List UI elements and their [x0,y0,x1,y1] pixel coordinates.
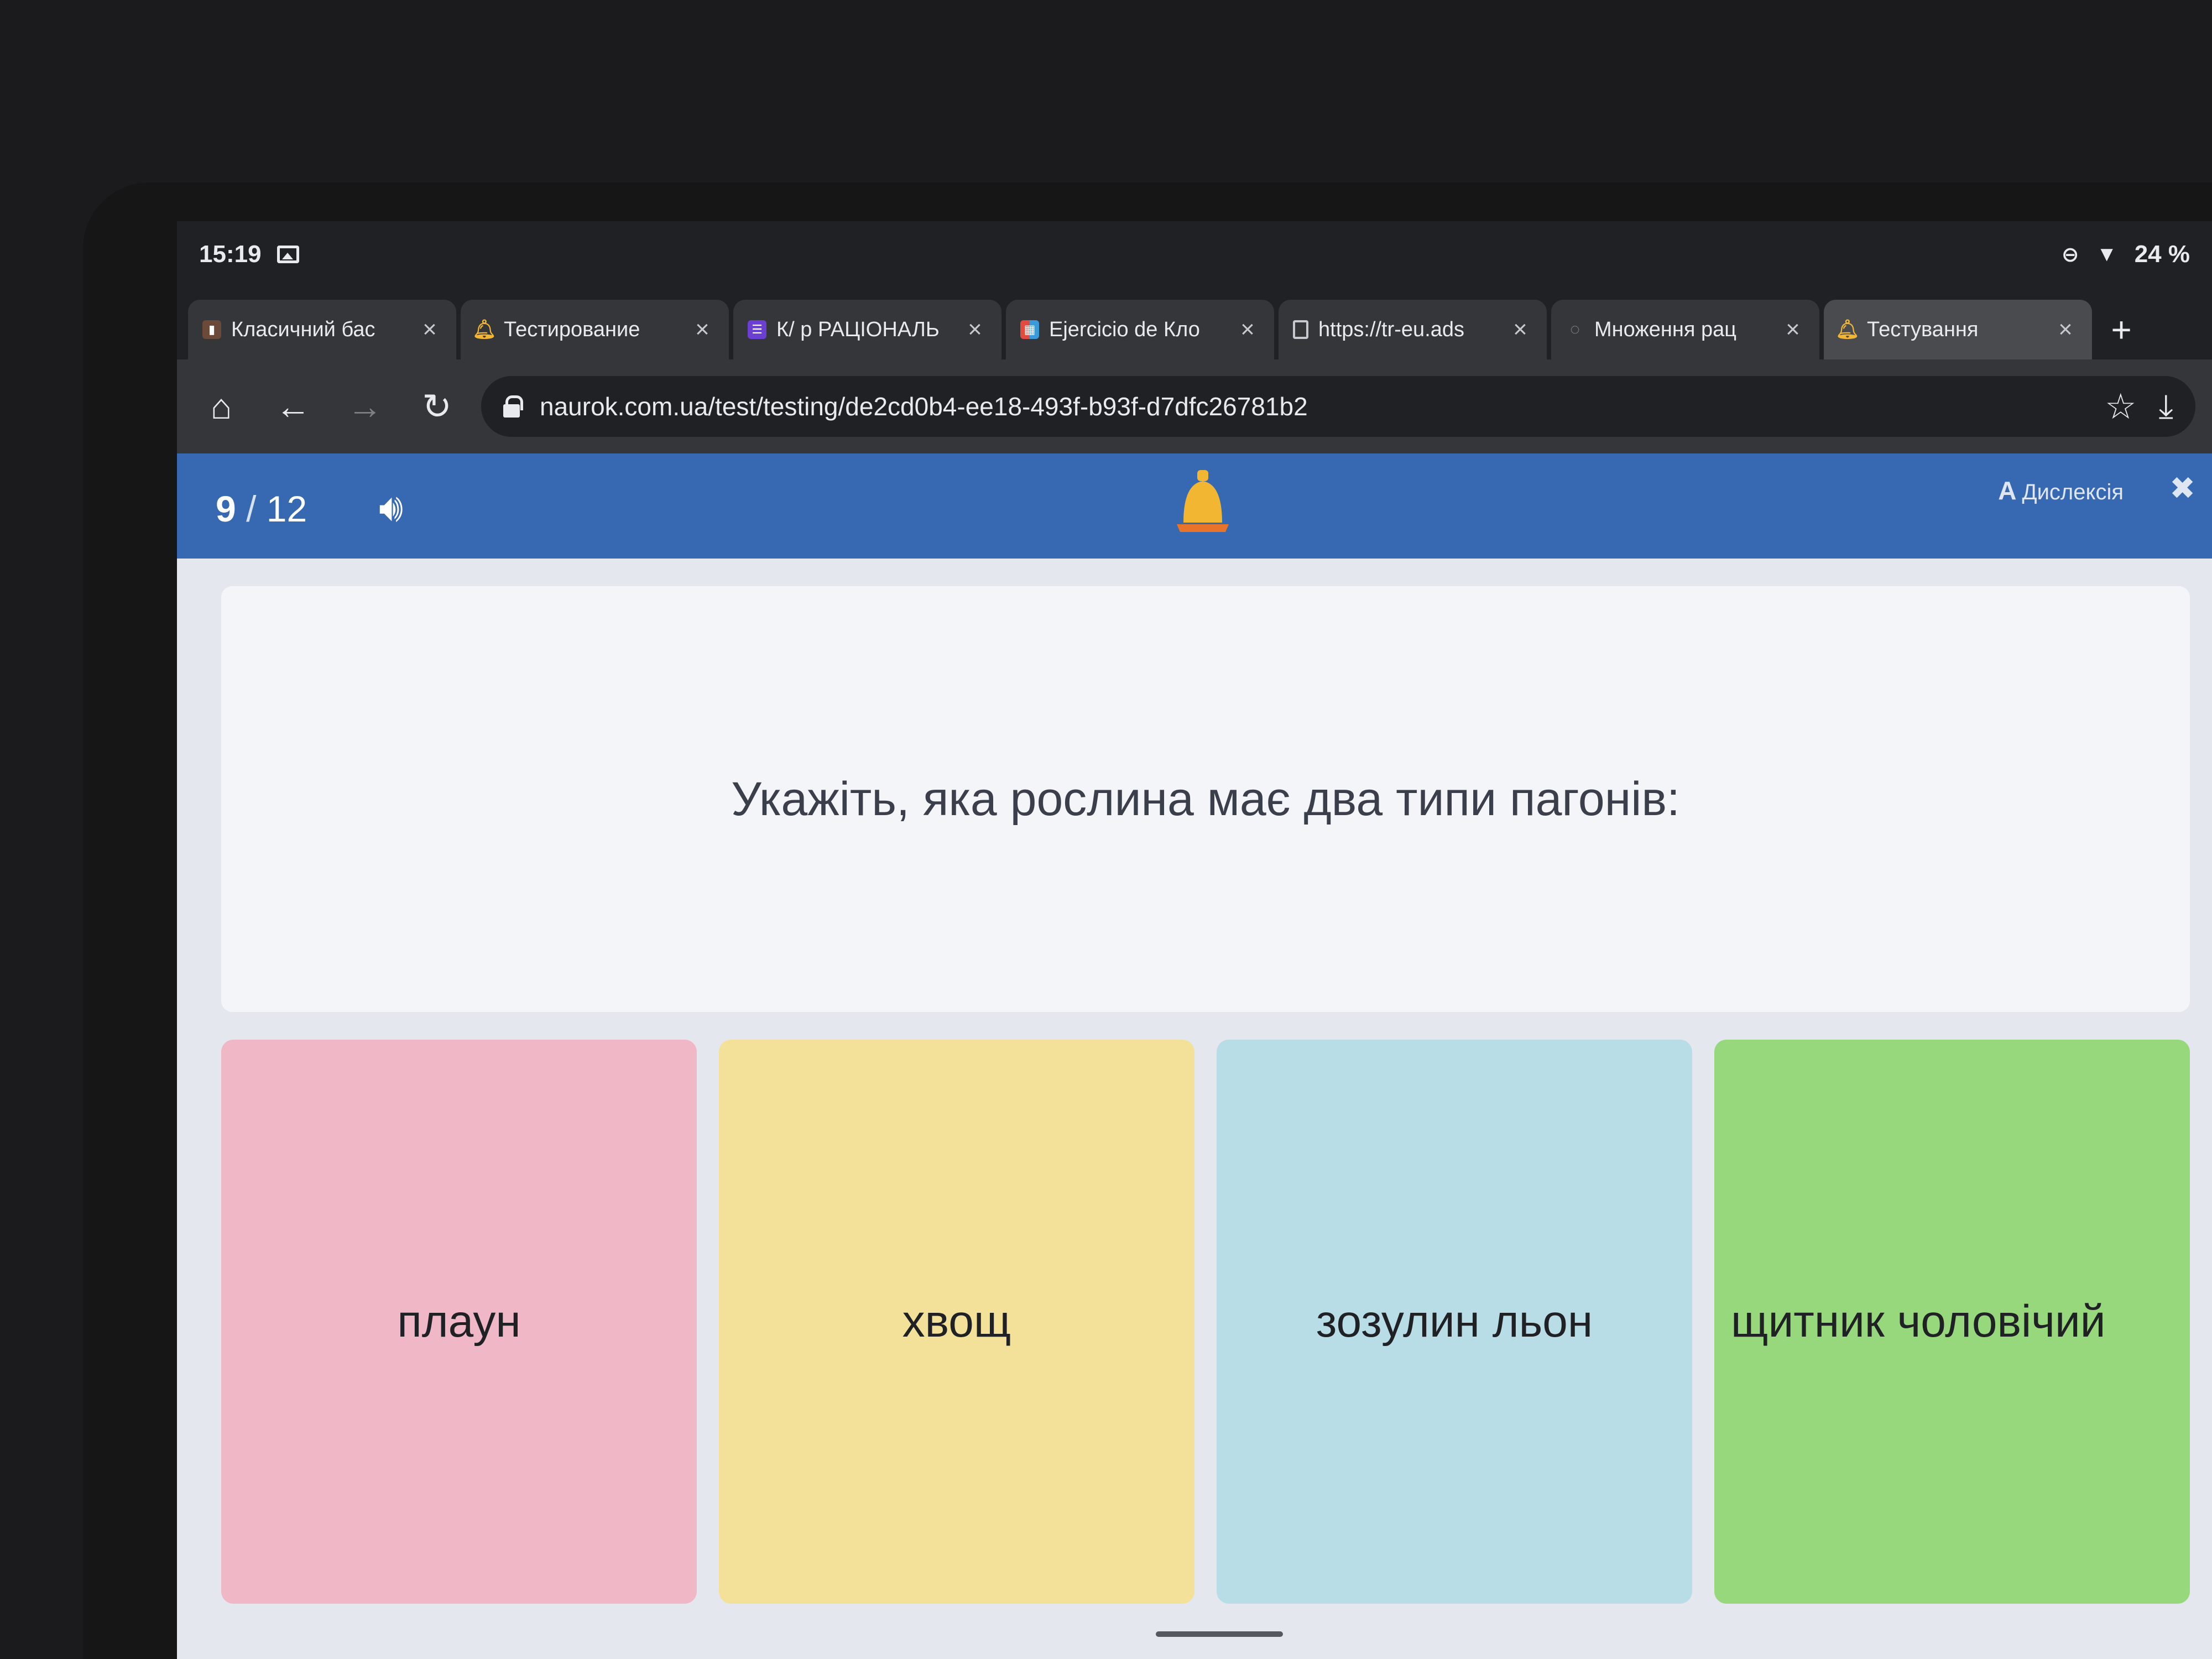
gesture-home-bar[interactable] [1156,1631,1283,1637]
answer-option[interactable]: щитник чоловічий [1714,1040,2190,1604]
browser-tab-active[interactable]: 🔔︎ Тестування × [1824,300,2092,359]
status-bar: 15:19 ⊖ ▼ 24 % [177,221,2212,288]
tab-title: Ejercicio de Кло [1049,317,1200,341]
font-a-icon: A [1998,476,2017,505]
progress-total: 12 [266,488,307,529]
quiz-header: 9 / 12 🔊︎ A Дислексія ✖ [177,453,2212,559]
question-text: Укажіть, яка рослина має два типи пагоні… [731,772,1680,826]
home-icon[interactable]: ⌂ [194,379,249,434]
answer-text: зозулин льон [1316,1296,1593,1347]
speaker-icon[interactable]: 🔊︎ [379,486,403,531]
close-tab-icon[interactable]: × [1781,316,1805,343]
bell-favicon-icon: 🔔︎ [1835,319,1860,340]
tab-title: Тестування [1867,317,1979,341]
bookmark-star-icon[interactable]: ☆ [2105,386,2136,427]
browser-tab[interactable]: ☰ К/ р РАЦІОНАЛЬ × [733,300,1001,359]
status-time: 15:19 [199,241,262,268]
list-favicon-icon: ☰ [748,320,766,339]
progress-current: 9 [216,488,236,529]
url-text[interactable]: naurok.com.ua/test/testing/de2cd0b4-ee18… [540,392,2083,421]
tab-title: К/ р РАЦІОНАЛЬ [776,317,940,341]
page-favicon-icon [1293,320,1308,339]
browser-tab[interactable]: https://tr-eu.ads × [1279,300,1547,359]
battery-level: 24 % [2134,241,2190,268]
answer-option[interactable]: плаун [221,1040,697,1604]
question-card: Укажіть, яка рослина має два типи пагоні… [221,586,2190,1012]
close-tab-icon[interactable]: × [2053,316,2078,343]
answer-text: щитник чоловічий [1731,1296,2106,1347]
dyslexia-toggle[interactable]: A Дислексія [1998,476,2124,505]
wifi-icon: ▼ [2096,242,2117,266]
browser-toolbar: ⌂ ← → ↻ naurok.com.ua/test/testing/de2cd… [177,359,2212,453]
bell-favicon-icon: 🔔︎ [472,319,497,340]
naurok-bell-icon [1177,470,1229,532]
close-tab-icon[interactable]: × [1235,316,1260,343]
tab-strip: ▮ Класичний бас × 🔔︎ Тестирование × ☰ К/… [177,288,2212,359]
close-quiz-icon[interactable]: ✖ [2169,470,2195,507]
reload-icon[interactable]: ↻ [409,379,465,434]
forward-arrow-icon[interactable]: → [337,379,393,434]
loading-favicon-icon: ◌ [1570,320,1580,338]
answer-text: плаун [397,1296,521,1347]
browser-screen: 15:19 ⊖ ▼ 24 % ▮ Класичний бас × 🔔︎ Тест… [177,221,2212,1659]
new-tab-button[interactable]: + [2096,300,2146,359]
lock-icon [503,395,523,418]
answer-option[interactable]: хвощ [719,1040,1194,1604]
close-tab-icon[interactable]: × [963,316,987,343]
tablet-frame: 15:19 ⊖ ▼ 24 % ▮ Класичний бас × 🔔︎ Тест… [83,182,2212,1659]
phone-favicon-icon: ▮ [202,320,221,339]
close-tab-icon[interactable]: × [418,316,442,343]
close-tab-icon[interactable]: × [1508,316,1532,343]
browser-tab[interactable]: ◌ Множення рац × [1551,300,1819,359]
image-notification-icon [275,243,301,265]
tab-title: Тестирование [504,317,640,341]
answer-option[interactable]: зозулин льон [1217,1040,1692,1604]
tab-title: Множення рац [1594,317,1737,341]
do-not-disturb-icon: ⊖ [2061,243,2079,267]
tab-title: https://tr-eu.ads [1318,317,1465,341]
answer-text: хвощ [902,1296,1011,1347]
dyslexia-label: Дислексія [2022,480,2124,504]
browser-tab[interactable]: 🔔︎ Тестирование × [461,300,729,359]
browser-tab[interactable]: ▮ Класичний бас × [188,300,456,359]
tab-title: Класичний бас [231,317,375,341]
browser-tab[interactable]: ▦ Ejercicio de Кло × [1006,300,1274,359]
quiz-page: 9 / 12 🔊︎ A Дислексія ✖ Укажіть, яка росл… [177,453,2212,1659]
back-arrow-icon[interactable]: ← [265,379,321,434]
question-progress: 9 / 12 [216,488,307,529]
answer-options: плаун хвощ зозулин льон щитник чоловічий [221,1040,2190,1604]
download-icon[interactable]: ⤓ [2158,387,2173,426]
game-favicon-icon: ▦ [1020,320,1039,339]
close-tab-icon[interactable]: × [690,316,714,343]
address-bar[interactable]: naurok.com.ua/test/testing/de2cd0b4-ee18… [481,376,2195,437]
